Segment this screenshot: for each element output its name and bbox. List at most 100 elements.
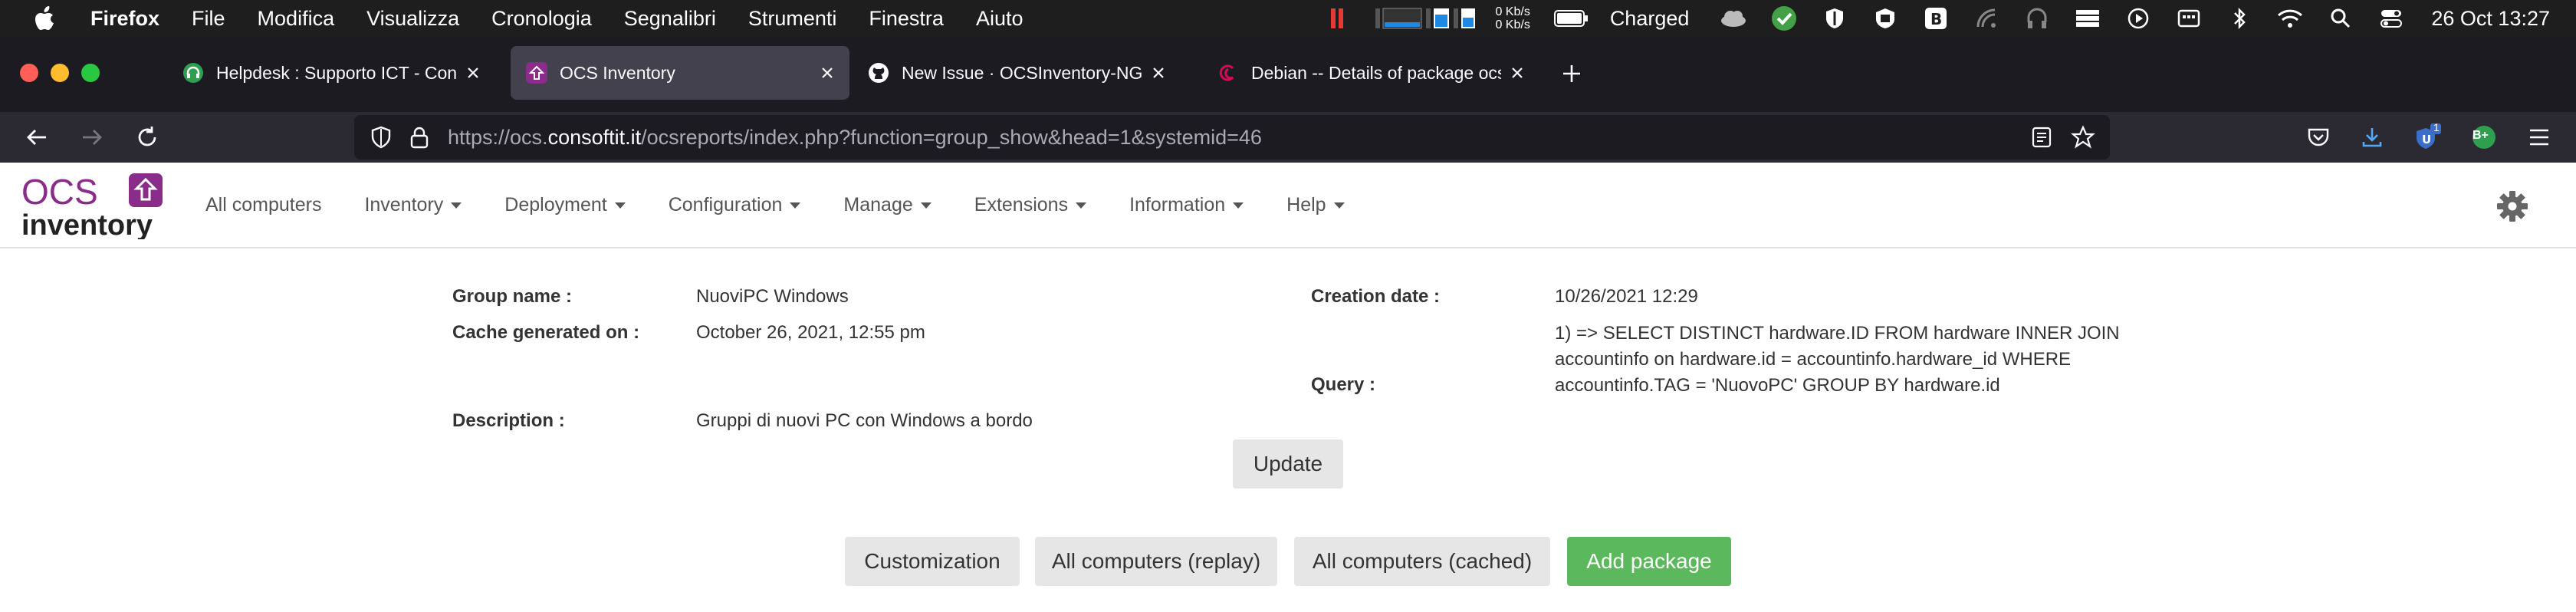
- caret-down-icon: [790, 202, 801, 209]
- network-speed[interactable]: 0 Kb/s 0 Kb/s: [1495, 5, 1530, 31]
- window-close-button[interactable]: [20, 64, 38, 82]
- svg-text:OCS: OCS: [21, 173, 98, 212]
- check-icon[interactable]: [1770, 6, 1798, 31]
- back-button[interactable]: [21, 122, 52, 153]
- ocs-navbar: OCS inventory All computers Inventory De…: [0, 163, 2576, 248]
- icloud-icon[interactable]: [1720, 6, 1747, 31]
- url-text[interactable]: https://ocs.consoftit.it/ocsreports/inde…: [448, 115, 1262, 160]
- menu-file[interactable]: File: [192, 7, 225, 31]
- add-package-button[interactable]: Add package: [1567, 537, 1731, 586]
- ublock-extension-icon[interactable]: U 1: [2412, 121, 2443, 153]
- shield-icon[interactable]: [1821, 6, 1848, 31]
- nav-label: Help: [1286, 193, 1326, 216]
- all-computers-replay-button[interactable]: All computers (replay): [1035, 537, 1277, 586]
- cpu-meter-icon[interactable]: [1325, 6, 1352, 31]
- svg-text:B: B: [1930, 10, 1942, 28]
- query-line: accountinfo.TAG = 'NuovoPC' GROUP BY har…: [1555, 375, 2000, 396]
- nav-label: All computers: [205, 193, 322, 216]
- caret-down-icon: [920, 202, 932, 209]
- bitwarden-icon[interactable]: B: [1922, 6, 1950, 31]
- shield-badge-icon[interactable]: [1871, 6, 1899, 31]
- menu-finestra[interactable]: Finestra: [869, 7, 944, 31]
- gear-icon[interactable]: [2496, 190, 2528, 222]
- ocs-main-menu: All computers Inventory Deployment Confi…: [205, 163, 1388, 247]
- group-name-label: Group name :: [452, 286, 573, 307]
- tab-helpdesk[interactable]: Helpdesk : Supporto ICT - Consoft: [167, 46, 495, 100]
- customization-button[interactable]: Customization: [845, 537, 1020, 586]
- downloads-icon[interactable]: [2357, 122, 2387, 153]
- nav-all-computers[interactable]: All computers: [205, 194, 321, 216]
- nav-help[interactable]: Help: [1286, 193, 1345, 216]
- airplay-icon[interactable]: [1973, 6, 2000, 31]
- hamburger-menu-icon[interactable]: [2524, 122, 2555, 153]
- nav-deployment[interactable]: Deployment: [504, 194, 626, 216]
- close-icon[interactable]: [462, 61, 485, 84]
- url-path: /ocsreports/index.php?function=group_sho…: [641, 126, 1262, 149]
- lock-icon[interactable]: [405, 123, 434, 152]
- url-bar[interactable]: https://ocs.consoftit.it/ocsreports/inde…: [354, 115, 2110, 160]
- menu-segnalibri[interactable]: Segnalibri: [624, 7, 716, 31]
- reader-view-icon[interactable]: [2027, 123, 2056, 152]
- tab-debian-package[interactable]: Debian -- Details of package ocs: [1202, 46, 1539, 100]
- creation-date-value: 10/26/2021 12:29: [1555, 286, 1698, 307]
- nav-extensions[interactable]: Extensions: [974, 194, 1087, 216]
- description-value: Gruppi di nuovi PC con Windows a bordo: [696, 410, 1033, 431]
- headset-icon: [182, 62, 204, 84]
- ocs-inventory-logo[interactable]: OCS inventory: [21, 172, 164, 242]
- avatar-label: B+: [2472, 129, 2489, 142]
- ocs-icon: [526, 62, 547, 84]
- query-line: 1) => SELECT DISTINCT hardware.ID FROM h…: [1555, 323, 2120, 344]
- nav-manage[interactable]: Manage: [843, 194, 932, 216]
- svg-text:inventory: inventory: [21, 209, 153, 239]
- menu-strumenti[interactable]: Strumenti: [748, 7, 837, 31]
- window-minimize-button[interactable]: [51, 64, 69, 82]
- stack-icon[interactable]: [2074, 6, 2101, 31]
- menu-app-name[interactable]: Firefox: [90, 7, 159, 31]
- menu-aiuto[interactable]: Aiuto: [976, 7, 1024, 31]
- pocket-icon[interactable]: [2303, 122, 2334, 153]
- battery-icon[interactable]: [1553, 6, 1590, 31]
- url-prefix: https://ocs.: [448, 126, 548, 149]
- nav-configuration[interactable]: Configuration: [669, 194, 801, 216]
- menu-cronologia[interactable]: Cronologia: [491, 7, 592, 31]
- apple-icon[interactable]: [32, 5, 60, 32]
- menubar-clock[interactable]: 26 Oct 13:27: [2431, 7, 2550, 31]
- browser-nav-toolbar: https://ocs.consoftit.it/ocsreports/inde…: [0, 112, 2576, 163]
- caret-down-icon: [614, 202, 626, 209]
- account-avatar[interactable]: B+: [2469, 122, 2499, 153]
- macos-menu-bar: Firefox File Modifica Visualizza Cronolo…: [0, 0, 2576, 37]
- menu-modifica[interactable]: Modifica: [258, 7, 335, 31]
- wifi-icon[interactable]: [2276, 6, 2304, 31]
- caret-down-icon: [1333, 202, 1345, 209]
- cache-generated-label: Cache generated on :: [452, 322, 640, 343]
- caret-down-icon: [1233, 202, 1244, 209]
- bluetooth-icon[interactable]: [2226, 6, 2253, 31]
- all-computers-cached-button[interactable]: All computers (cached): [1294, 537, 1550, 586]
- control-center-icon[interactable]: [2377, 6, 2405, 31]
- forward-button[interactable]: [77, 122, 107, 153]
- window-zoom-button[interactable]: [81, 64, 100, 82]
- new-tab-button[interactable]: [1558, 60, 1585, 87]
- tab-ocs-inventory[interactable]: OCS Inventory: [511, 46, 849, 100]
- battery-status[interactable]: Charged: [1610, 7, 1690, 31]
- update-button[interactable]: Update: [1233, 439, 1343, 489]
- svg-text:U: U: [2422, 133, 2431, 146]
- close-icon[interactable]: [1506, 61, 1529, 84]
- caret-down-icon: [1076, 202, 1087, 209]
- close-icon[interactable]: [1147, 61, 1170, 84]
- nav-label: Information: [1129, 193, 1226, 216]
- nav-information[interactable]: Information: [1129, 194, 1244, 216]
- bookmark-star-icon[interactable]: [2068, 123, 2098, 152]
- reload-button[interactable]: [132, 122, 163, 153]
- menu-visualizza[interactable]: Visualizza: [366, 7, 459, 31]
- istat-menus-icon[interactable]: [1375, 6, 1476, 31]
- headphones-icon[interactable]: [2023, 6, 2051, 31]
- keyboard-icon[interactable]: [2175, 6, 2203, 31]
- nav-inventory[interactable]: Inventory: [364, 194, 462, 216]
- forward-arrow-icon: [83, 130, 102, 145]
- close-icon[interactable]: [816, 61, 839, 84]
- tab-github-issue[interactable]: New Issue · OCSInventory-NG/OCS: [853, 46, 1181, 100]
- tracking-protection-shield-icon[interactable]: [366, 123, 396, 152]
- play-icon[interactable]: [2124, 6, 2152, 31]
- spotlight-icon[interactable]: [2327, 6, 2354, 31]
